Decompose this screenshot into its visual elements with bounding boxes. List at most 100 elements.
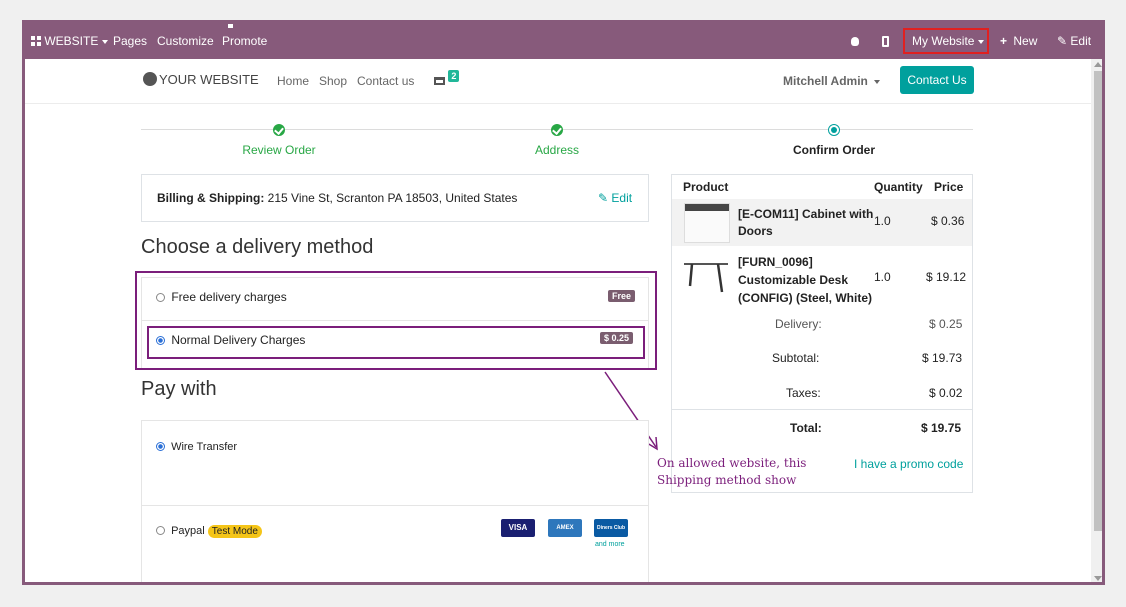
summary-item-2-price: $ 19.12 [926,270,967,284]
cart-count-badge: 2 [448,70,460,82]
pay-with-title: Pay with [141,378,217,400]
cart-icon [434,77,445,85]
cart-link[interactable]: 2 [434,70,460,87]
debug-bug-icon[interactable] [851,23,859,59]
site-brand: YOUR WEBSITE [159,72,259,87]
summary-item-2-line2: Customizable Desk [738,273,849,287]
screenshot-frame: WEBSITE Pages Customize Promote My Websi… [22,20,1105,585]
step-done-check-icon [551,124,563,136]
mobile-preview-icon[interactable] [882,23,889,59]
delivery-option-free[interactable]: Free delivery charges [156,290,287,304]
summary-delivery-value: $ 0.25 [929,317,963,331]
promo-code-link[interactable]: I have a promo code [854,457,963,471]
delivery-price-badge: $ 0.25 [600,332,634,344]
chevron-down-icon [102,39,109,44]
delivery-divider [142,320,648,321]
summary-header-product: Product [683,180,729,194]
desk-thumbnail [684,263,728,293]
chevron-down-icon [873,79,880,84]
summary-total-label: Total: [790,421,822,435]
page-scrollbar[interactable] [1091,59,1102,582]
edit-address-label: Edit [611,191,633,205]
apps-grid-icon [31,36,41,46]
summary-item-1-qty: 1.0 [874,214,891,228]
radio-checked-icon [156,442,165,451]
summary-header-quantity: Quantity [874,180,923,194]
globe-icon [143,72,157,86]
new-button[interactable]: + New [1000,23,1037,59]
radio-icon [156,293,165,302]
summary-item-1-price: $ 0.36 [931,214,965,228]
payment-option-wire[interactable]: Wire Transfer [156,441,237,453]
billing-shipping-card: Billing & Shipping: 215 Vine St, Scranto… [141,174,649,222]
pages-menu[interactable]: Pages [113,23,147,59]
edit-button[interactable]: ✎ Edit [1057,23,1091,59]
nav-shop[interactable]: Shop [319,74,347,88]
plus-icon: + [1000,34,1008,48]
cabinet-thumbnail [684,203,730,243]
desk-leg-left [688,263,694,287]
step-done-check-icon [273,124,285,136]
summary-item-1-name[interactable]: [E-COM11] Cabinet with Doors [738,206,873,240]
step-confirm-order: Confirm Order [792,143,875,157]
delivery-option-normal-label: Normal Delivery Charges [171,333,306,347]
edit-address-link[interactable]: ✎ Edit [598,191,632,205]
delivery-option-normal[interactable]: Normal Delivery Charges [156,333,305,347]
contact-us-button[interactable]: Contact Us [900,66,974,94]
edit-label: Edit [1070,34,1092,48]
visa-card-icon: VISA [501,519,535,537]
new-label: New [1013,34,1038,48]
website-preview: YOUR WEBSITE Home Shop Contact us 2 Mitc… [25,59,1091,582]
more-cards-link[interactable]: and more [595,541,625,548]
step-address[interactable]: Address [497,143,617,157]
my-website-menu[interactable]: My Website [912,23,985,59]
radio-checked-icon [156,336,165,345]
site-navbar: YOUR WEBSITE Home Shop Contact us 2 Mitc… [25,59,1091,104]
delivery-option-free-label: Free delivery charges [171,290,287,304]
summary-item-2-name[interactable]: [FURN_0096] Customizable Desk (CONFIG) (… [738,253,872,307]
site-logo[interactable]: YOUR WEBSITE [143,72,259,87]
summary-item-2-qty: 1.0 [874,270,891,284]
summary-item-1-line2: Doors [738,224,773,238]
website-menu[interactable]: WEBSITE [31,23,109,59]
summary-subtotal-value: $ 19.73 [922,351,963,365]
website-editor-topbar: WEBSITE Pages Customize Promote My Websi… [25,23,1102,59]
customize-menu[interactable]: Customize [157,23,214,59]
desk-leg-right [716,263,724,293]
nav-contact[interactable]: Contact us [357,74,414,88]
payment-option-wire-label: Wire Transfer [171,441,238,453]
payment-divider [142,505,648,506]
summary-item-2-line3: (CONFIG) (Steel, White) [738,291,872,305]
payment-option-paypal[interactable]: Paypal Test Mode [156,525,262,538]
billing-address-text: Billing & Shipping: 215 Vine St, Scranto… [157,191,517,205]
scroll-up-arrow-icon[interactable] [1094,62,1102,67]
edit-square-icon: ✎ [598,191,609,205]
amex-card-icon: AMEX [548,519,582,537]
delivery-method-title: Choose a delivery method [141,236,374,258]
annotation-note: On allowed website, this Shipping method… [657,455,806,489]
summary-header-price: Price [934,180,964,194]
summary-delivery-label: Delivery: [775,317,822,331]
payment-option-paypal-label: Paypal [171,525,205,537]
chevron-down-icon [978,39,985,44]
summary-subtotal-label: Subtotal: [772,351,820,365]
nav-home[interactable]: Home [277,74,309,88]
scroll-down-arrow-icon[interactable] [1094,576,1102,581]
user-menu[interactable]: Mitchell Admin [783,74,880,88]
annotation-line-1: On allowed website, this [657,456,807,470]
billing-label: Billing & Shipping: [157,191,265,205]
summary-item-2-line1: [FURN_0096] [738,255,813,269]
scrollbar-thumb[interactable] [1094,71,1102,531]
billing-address: 215 Vine St, Scranton PA 18503, United S… [267,191,518,205]
diners-card-icon: Diners Club [594,519,628,537]
user-name: Mitchell Admin [783,74,868,88]
promote-menu[interactable]: Promote [222,23,267,59]
summary-total-divider [672,409,972,410]
step-review-order[interactable]: Review Order [219,143,339,157]
delivery-price-badge: Free [608,290,636,302]
radio-icon [156,526,165,535]
summary-taxes-label: Taxes: [786,386,821,400]
test-mode-badge: Test Mode [207,525,262,538]
summary-total-value: $ 19.75 [921,421,962,435]
website-menu-label: WEBSITE [44,34,99,48]
